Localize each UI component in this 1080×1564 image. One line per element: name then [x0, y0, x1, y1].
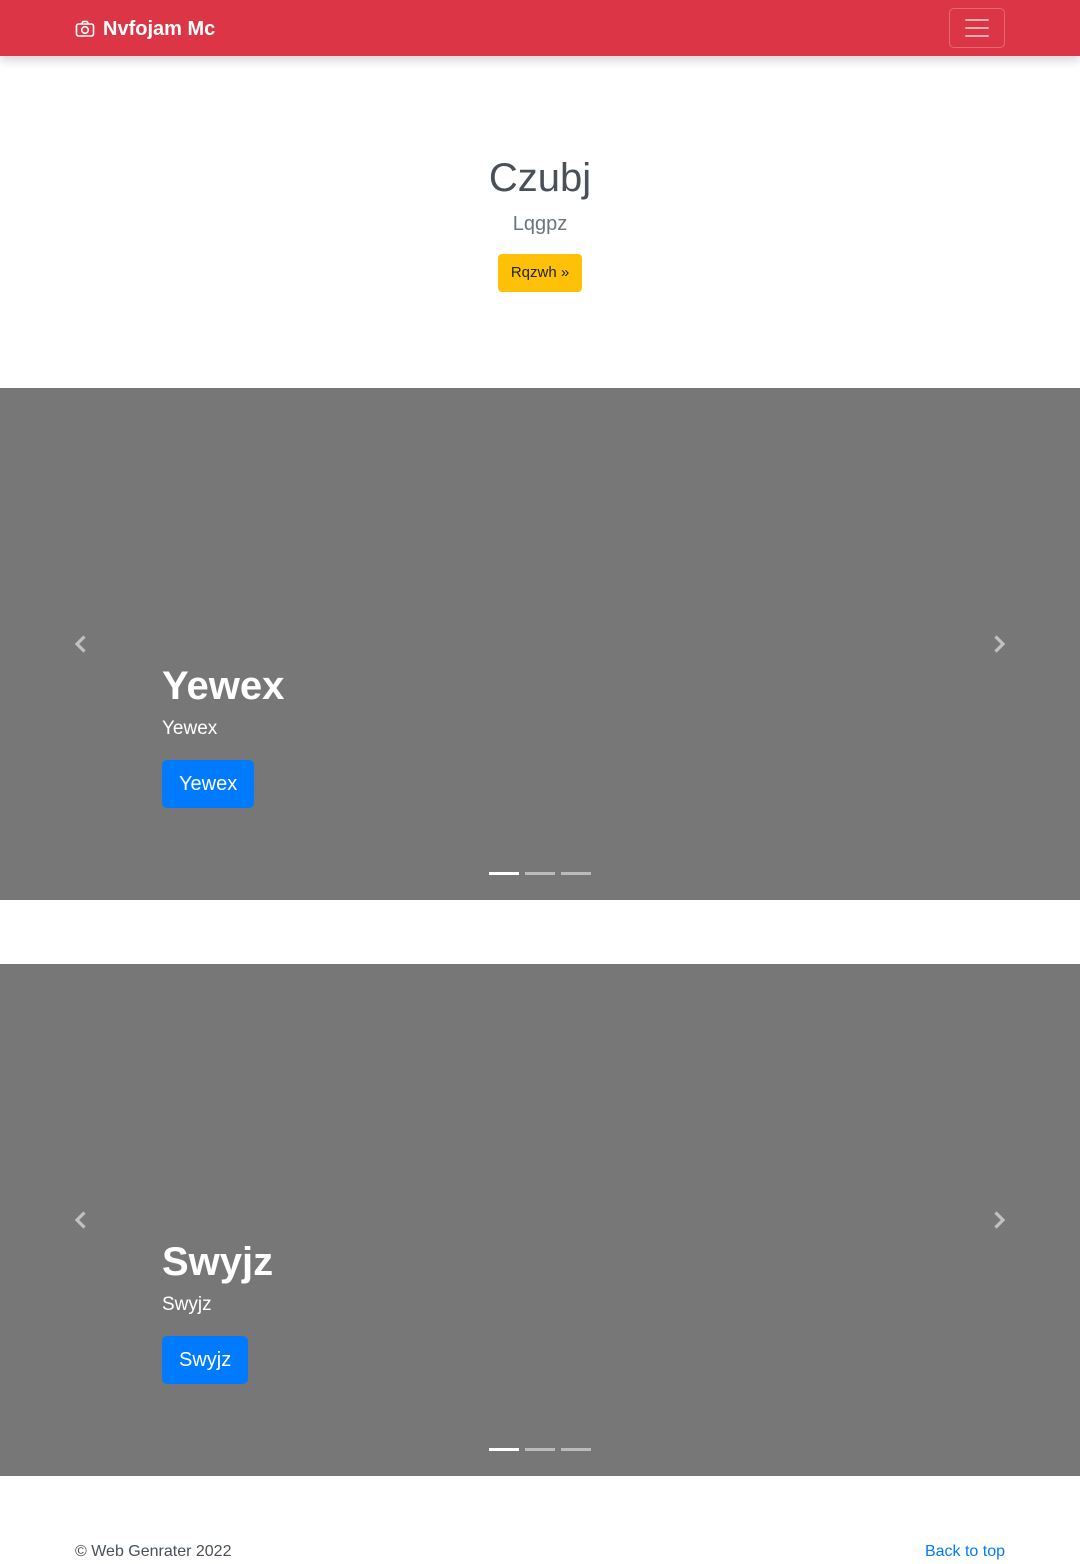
carousel-subtext: Yewex: [162, 718, 218, 739]
carousel-heading: Yewex: [162, 664, 285, 708]
carousel-next-button[interactable]: [918, 388, 1080, 900]
carousel-indicators: [0, 1448, 1080, 1451]
carousel-2: Swyjz Swyjz Swyjz: [0, 964, 1080, 1476]
carousel-heading: Swyjz: [162, 1240, 274, 1284]
carousel-caption: Yewex Yewex Yewex: [162, 658, 284, 808]
carousel-prev-button[interactable]: [0, 388, 162, 900]
back-to-top-link[interactable]: Back to top: [925, 1542, 1005, 1562]
navbar: Nvfojam Mc: [0, 0, 1080, 56]
carousel-cta-button[interactable]: Yewex: [162, 760, 255, 808]
hero-lead: Lqgpz: [512, 213, 568, 235]
hero-section: Czubj Lqgpz Rqzwh »: [0, 56, 1080, 388]
carousel-cta-button[interactable]: Swyjz: [162, 1336, 249, 1384]
chevron-left-icon: [71, 1210, 91, 1230]
chevron-right-icon: [989, 1210, 1009, 1230]
camera-icon: [75, 19, 95, 39]
hero-title: Czubj: [488, 156, 592, 200]
carousel-next-button[interactable]: [918, 964, 1080, 1476]
footer: © Web Genrater 2022 Back to top: [0, 1476, 1080, 1564]
navbar-toggler-button[interactable]: [949, 8, 1005, 48]
carousel-indicator[interactable]: [525, 1448, 555, 1451]
hero-cta-button[interactable]: Rqzwh »: [498, 254, 582, 292]
hamburger-menu-icon: [962, 13, 992, 43]
chevron-right-icon: [989, 634, 1009, 654]
chevron-left-icon: [71, 634, 91, 654]
carousel-indicators: [0, 872, 1080, 875]
carousel-subtext: Swyjz: [162, 1294, 212, 1315]
carousel-indicator[interactable]: [489, 1448, 519, 1451]
carousel-indicator[interactable]: [525, 872, 555, 875]
carousel-indicator[interactable]: [561, 872, 591, 875]
carousel-indicator[interactable]: [489, 872, 519, 875]
carousel-caption: Swyjz Swyjz Swyjz: [162, 1234, 273, 1384]
carousel-indicator[interactable]: [561, 1448, 591, 1451]
footer-copyright: © Web Genrater 2022: [75, 1543, 232, 1560]
brand-name: Nvfojam Mc: [103, 17, 216, 40]
carousel-prev-button[interactable]: [0, 964, 162, 1476]
carousel-1: Yewex Yewex Yewex: [0, 388, 1080, 900]
brand-link[interactable]: Nvfojam Mc: [75, 15, 215, 43]
